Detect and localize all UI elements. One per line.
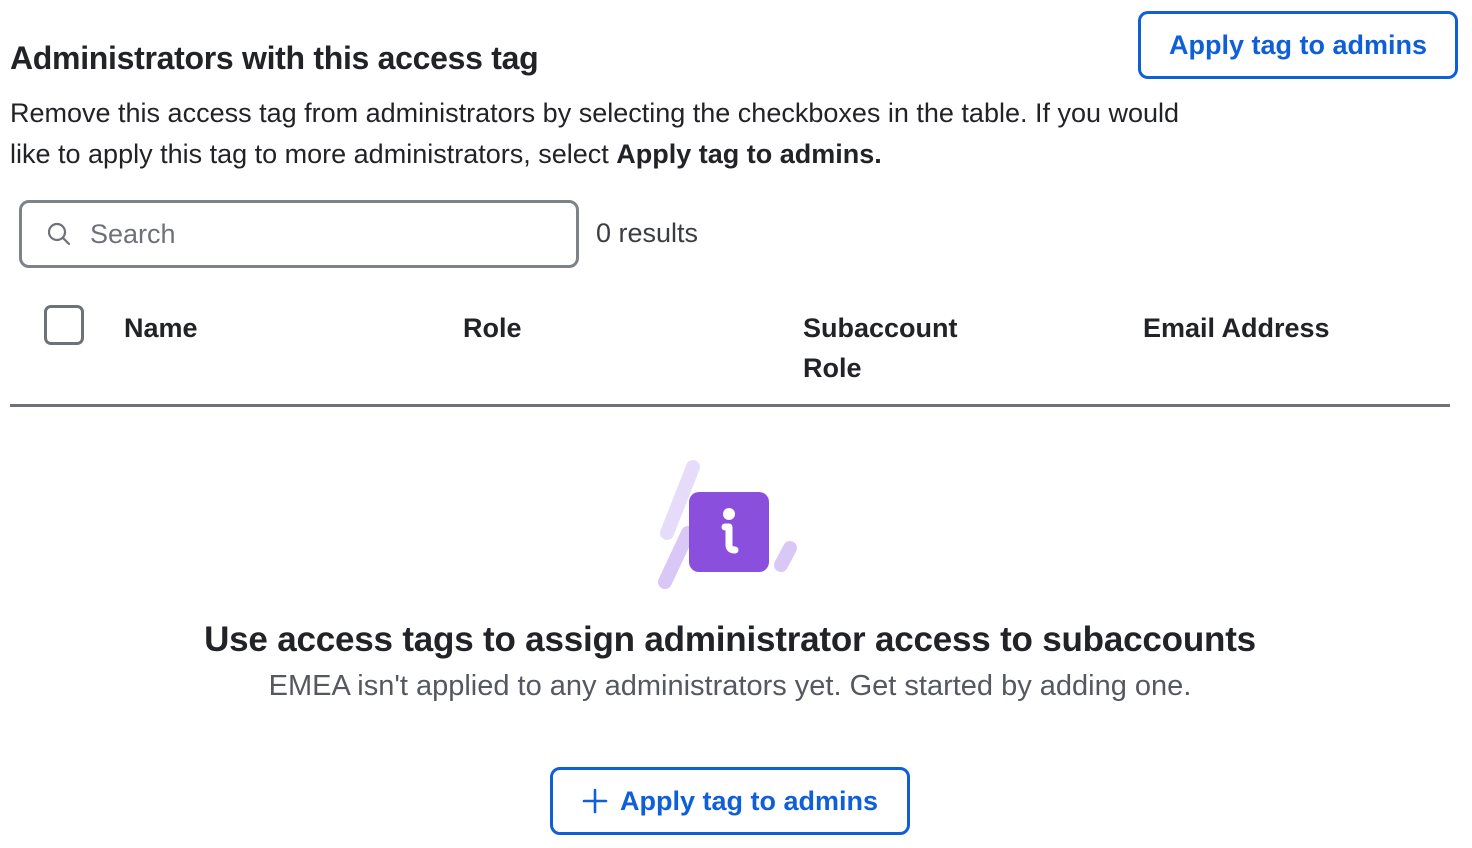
- results-count: 0 results: [596, 218, 699, 248]
- search-input[interactable]: [90, 218, 530, 250]
- description-bold-link: Apply tag to admins.: [616, 139, 882, 169]
- info-icon: [650, 455, 810, 595]
- description-text: Remove this access tag from administrato…: [10, 98, 1180, 169]
- column-header-email-address[interactable]: Email Address: [1143, 308, 1330, 348]
- column-header-name[interactable]: Name: [124, 308, 198, 348]
- apply-tag-to-admins-button[interactable]: Apply tag to admins: [1138, 11, 1458, 79]
- search-icon: [46, 221, 72, 247]
- empty-state-subtitle: EMEA isn't applied to any administrators…: [268, 670, 1192, 702]
- empty-state-title: Use access tags to assign administrator …: [204, 620, 1256, 659]
- empty-state-apply-tag-button[interactable]: Apply tag to admins: [550, 767, 910, 835]
- column-header-role[interactable]: Role: [463, 308, 522, 348]
- column-header-subaccount-role[interactable]: Subaccount Role: [803, 308, 1003, 388]
- section-title: Administrators with this access tag: [10, 40, 539, 76]
- select-all-checkbox[interactable]: [44, 305, 84, 345]
- empty-state-button-label: Apply tag to admins: [619, 785, 879, 816]
- plus-icon: [582, 788, 608, 814]
- section-description: Remove this access tag from administrato…: [10, 93, 1190, 175]
- search-box[interactable]: [19, 200, 579, 268]
- table-header-divider: [10, 404, 1450, 407]
